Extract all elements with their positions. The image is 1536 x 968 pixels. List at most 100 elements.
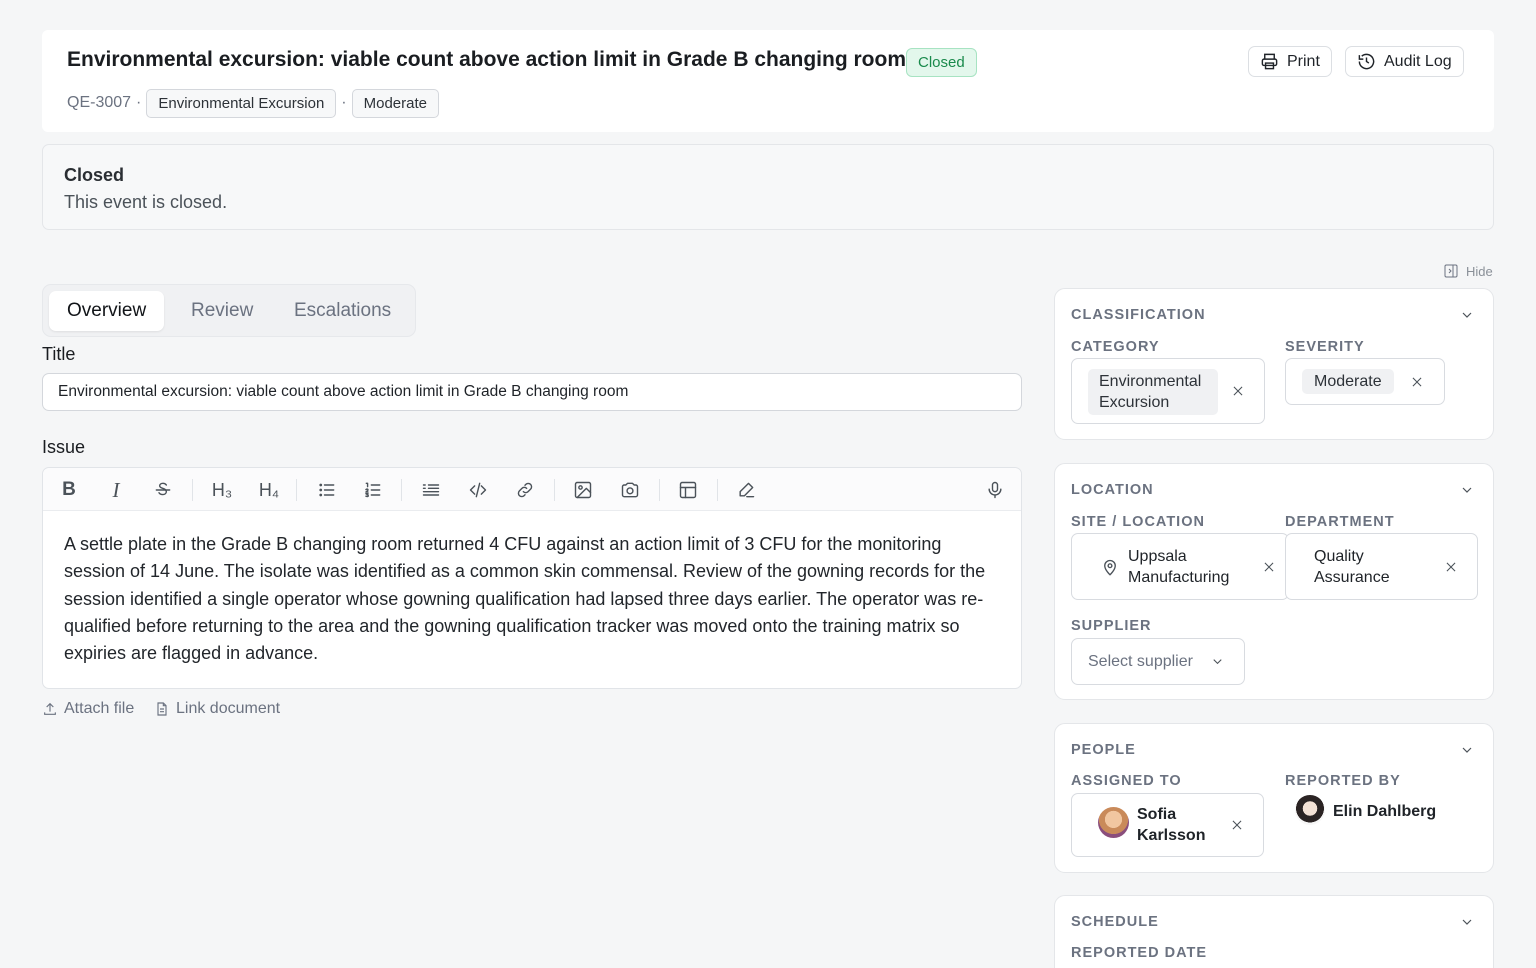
- toolbar-divider: [717, 479, 718, 501]
- sidebar-collapse-icon: [1444, 264, 1458, 278]
- location-title: LOCATION: [1071, 482, 1154, 498]
- close-icon[interactable]: [1444, 560, 1458, 574]
- attach-file-label: Attach file: [64, 700, 135, 717]
- close-icon[interactable]: [1231, 384, 1245, 398]
- attach-file-button[interactable]: Attach file: [42, 700, 134, 718]
- document-icon: [157, 702, 167, 716]
- image-button[interactable]: [571, 478, 595, 502]
- link-document-button[interactable]: Link document: [154, 700, 280, 718]
- audit-log-label: Audit Log: [1384, 52, 1452, 70]
- audit-log-button[interactable]: Audit Log: [1345, 46, 1464, 77]
- title-label: Title: [42, 344, 76, 364]
- department-label: DEPARTMENT: [1285, 514, 1395, 530]
- severity-tag: Moderate: [351, 88, 439, 118]
- chevron-down-icon[interactable]: [1459, 914, 1475, 930]
- meta-separator: ·: [341, 94, 347, 111]
- department-field[interactable]: Quality Assurance: [1285, 533, 1478, 600]
- issue-text[interactable]: A settle plate in the Grade B changing r…: [64, 531, 1004, 667]
- bullet-list-icon: [319, 483, 335, 497]
- supplier-label: SUPPLIER: [1071, 618, 1152, 634]
- reported-by-value: Elin Dahlberg: [1333, 803, 1437, 820]
- signature-button[interactable]: [734, 478, 758, 502]
- supplier-placeholder: Select supplier: [1088, 653, 1193, 670]
- reported-by-label: REPORTED BY: [1285, 773, 1401, 789]
- issue-label: Issue: [42, 437, 86, 457]
- heading4-button[interactable]: H₄: [255, 478, 283, 502]
- schedule-card: SCHEDULE REPORTED DATE: [1054, 895, 1494, 968]
- issue-editor: B I H₃ H₄ A settle plate in the Grade B …: [42, 467, 1022, 689]
- category-field[interactable]: Environmental Excursion: [1071, 358, 1265, 424]
- location-card: LOCATION SITE / LOCATION DEPARTMENT Upps…: [1054, 463, 1494, 700]
- assigned-to-field[interactable]: Sofia Karlsson: [1071, 793, 1264, 857]
- tab-overview[interactable]: Overview: [49, 291, 165, 331]
- site-location-label: SITE / LOCATION: [1071, 514, 1205, 530]
- banner-title: Closed: [64, 165, 125, 185]
- hide-sidebar-button[interactable]: Hide: [1443, 263, 1493, 279]
- toolbar-divider: [401, 479, 402, 501]
- upload-icon: [44, 702, 56, 715]
- classification-card: CLASSIFICATION CATEGORY SEVERITY Environ…: [1054, 288, 1494, 440]
- close-icon[interactable]: [1262, 560, 1276, 574]
- numbered-list-icon: [365, 482, 381, 498]
- printer-icon: [1261, 53, 1278, 70]
- numbered-list-button[interactable]: [361, 478, 385, 502]
- close-icon[interactable]: [1410, 375, 1424, 389]
- chevron-down-icon[interactable]: [1459, 482, 1475, 498]
- strikethrough-button[interactable]: [151, 478, 175, 502]
- title-input[interactable]: [42, 373, 1022, 411]
- chevron-down-icon: [1213, 659, 1222, 665]
- italic-button[interactable]: I: [104, 478, 128, 502]
- toolbar-divider: [296, 479, 297, 501]
- closed-banner: Closed This event is closed.: [42, 144, 1494, 230]
- banner-text: This event is closed.: [64, 192, 228, 212]
- bullet-list-button[interactable]: [315, 478, 339, 502]
- camera-button[interactable]: [618, 478, 642, 502]
- quote-icon: [422, 484, 440, 496]
- site-location-value: Uppsala Manufacturing: [1128, 548, 1230, 586]
- status-badge: Closed: [906, 48, 977, 77]
- hide-label: Hide: [1466, 263, 1493, 279]
- severity-label: SEVERITY: [1285, 339, 1365, 355]
- link-button[interactable]: [513, 478, 537, 502]
- tab-escalations[interactable]: Escalations: [276, 291, 409, 331]
- editor-toolbar: B I H₃ H₄: [43, 468, 1021, 511]
- people-card: PEOPLE ASSIGNED TO REPORTED BY Sofia Kar…: [1054, 723, 1494, 873]
- microphone-button[interactable]: [983, 478, 1007, 502]
- reported-date-label: REPORTED DATE: [1071, 945, 1207, 961]
- code-icon: [469, 482, 487, 498]
- location-pin-icon: [1104, 559, 1116, 576]
- close-icon[interactable]: [1230, 818, 1244, 832]
- strikethrough-icon: [155, 482, 171, 496]
- tab-review[interactable]: Review: [173, 291, 271, 331]
- image-icon: [574, 481, 592, 499]
- heading3-button[interactable]: H₃: [208, 478, 236, 502]
- event-id: QE-3007: [67, 94, 132, 111]
- code-button[interactable]: [466, 478, 490, 502]
- classification-title: CLASSIFICATION: [1071, 307, 1206, 323]
- quote-button[interactable]: [419, 478, 443, 502]
- severity-chip: Moderate: [1302, 369, 1394, 394]
- chevron-down-icon[interactable]: [1459, 742, 1475, 758]
- toolbar-divider: [554, 479, 555, 501]
- toolbar-divider: [192, 479, 193, 501]
- history-icon: [1358, 53, 1375, 70]
- severity-field[interactable]: Moderate: [1285, 358, 1445, 405]
- bold-button[interactable]: B: [57, 478, 81, 502]
- link-icon: [517, 482, 533, 498]
- supplier-select[interactable]: Select supplier: [1071, 638, 1245, 685]
- schedule-title: SCHEDULE: [1071, 914, 1159, 930]
- toolbar-divider: [659, 479, 660, 501]
- people-title: PEOPLE: [1071, 742, 1136, 758]
- category-chip: Environmental Excursion: [1088, 369, 1218, 415]
- meta-separator: ·: [136, 94, 142, 111]
- department-value: Quality Assurance: [1314, 548, 1390, 586]
- print-label: Print: [1287, 52, 1320, 70]
- camera-icon: [621, 482, 639, 498]
- table-icon: [679, 481, 697, 499]
- tab-bar: Overview Review Escalations: [42, 284, 416, 337]
- print-button[interactable]: Print: [1248, 46, 1332, 77]
- chevron-down-icon[interactable]: [1459, 307, 1475, 323]
- table-button[interactable]: [676, 478, 700, 502]
- assigned-to-label: ASSIGNED TO: [1071, 773, 1182, 789]
- site-location-field[interactable]: Uppsala Manufacturing: [1071, 533, 1289, 600]
